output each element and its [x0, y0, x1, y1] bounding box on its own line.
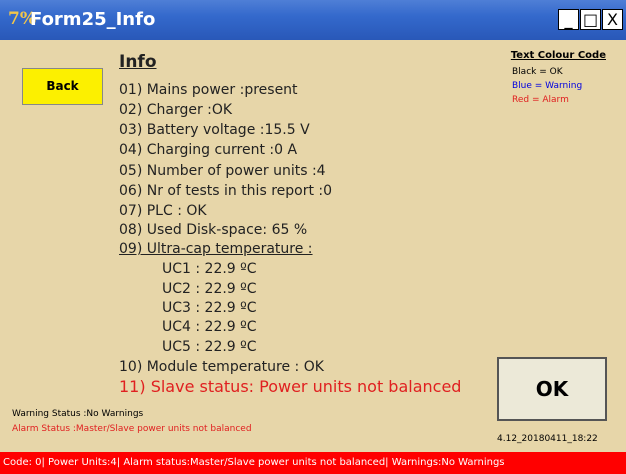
info-line-slave-status: 11) Slave status: Power units not balanc…	[119, 377, 462, 396]
client-area: Back Info 01) Mains power :present 02) C…	[0, 40, 626, 452]
app-icon: 7%	[8, 9, 36, 29]
legend-item-alarm: Red = Alarm	[512, 95, 569, 105]
info-line-tests: 06) Nr of tests in this report :0	[119, 183, 333, 199]
info-line-mains-power: 01) Mains power :present	[119, 82, 298, 98]
info-line-disk-space: 08) Used Disk-space: 65 %	[119, 222, 308, 238]
title-bar: 7% Form25_Info _ □ X	[0, 0, 626, 40]
alarm-status: Alarm Status :Master/Slave power units n…	[12, 424, 252, 434]
info-line-charger: 02) Charger :OK	[119, 102, 233, 118]
legend-item-ok: Black = OK	[512, 67, 563, 77]
info-line-uc1: UC1 : 22.9 ºC	[162, 261, 257, 277]
info-line-uc5: UC5 : 22.9 ºC	[162, 339, 257, 355]
back-button[interactable]: Back	[22, 68, 103, 105]
info-line-charging-current: 04) Charging current :0 A	[119, 142, 298, 158]
info-line-plc: 07) PLC : OK	[119, 203, 207, 219]
legend-title: Text Colour Code	[510, 50, 606, 61]
minimize-button[interactable]: _	[558, 9, 579, 30]
maximize-button[interactable]: □	[580, 9, 601, 30]
info-line-battery-voltage: 03) Battery voltage :15.5 V	[119, 122, 310, 138]
info-line-uc2: UC2 : 22.9 ºC	[162, 281, 257, 297]
close-button[interactable]: X	[602, 9, 623, 30]
info-line-power-units: 05) Number of power units :4	[119, 163, 326, 179]
info-title: Info	[119, 52, 157, 72]
ok-button[interactable]: OK	[497, 357, 607, 421]
info-line-ultracap-temp: 09) Ultra-cap temperature :	[119, 241, 313, 257]
status-bar: Code: 0| Power Units:4| Alarm status:Mas…	[0, 452, 626, 474]
legend-item-warning: Blue = Warning	[512, 81, 583, 91]
info-line-uc3: UC3 : 22.9 ºC	[162, 300, 257, 316]
info-line-uc4: UC4 : 22.9 ºC	[162, 319, 257, 335]
warning-status: Warning Status :No Warnings	[12, 409, 144, 419]
window-title: Form25_Info	[30, 9, 156, 30]
info-line-module-temp: 10) Module temperature : OK	[119, 359, 324, 375]
version-label: 4.12_20180411_18:22	[497, 434, 598, 444]
